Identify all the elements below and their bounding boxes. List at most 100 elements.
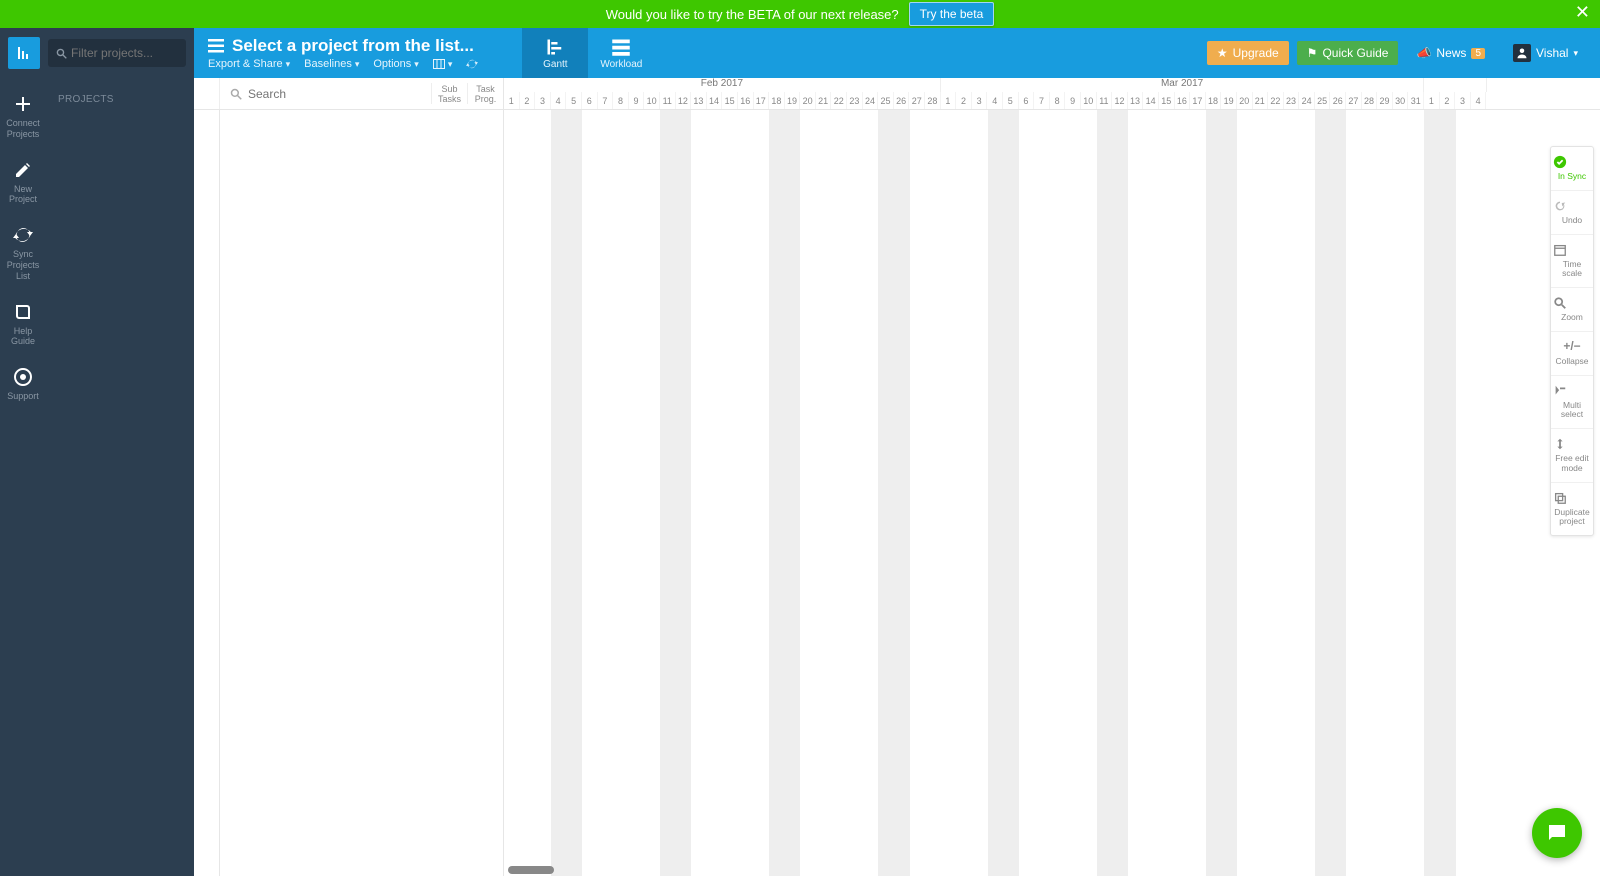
day-label: 13	[691, 92, 707, 109]
day-label: 18	[1206, 92, 1222, 109]
hamburger-icon[interactable]	[208, 39, 224, 53]
day-label: 17	[754, 92, 770, 109]
day-column	[676, 110, 692, 876]
day-column	[1362, 110, 1378, 876]
day-label: 2	[520, 92, 536, 109]
rail-icon	[1553, 199, 1591, 213]
quick-guide-button[interactable]: ⚑ Quick Guide	[1297, 41, 1399, 65]
col-sub-tasks[interactable]: Sub Tasks	[431, 83, 467, 105]
day-label: 1	[504, 92, 520, 109]
day-column	[566, 110, 582, 876]
app-logo[interactable]	[8, 37, 40, 69]
options-menu[interactable]: Options▾	[373, 58, 418, 70]
day-label: 27	[909, 92, 925, 109]
rail-item-multi-select[interactable]: Multi select	[1551, 376, 1593, 430]
day-label: 2	[956, 92, 972, 109]
rail-icon	[1553, 296, 1591, 310]
day-label: 4	[551, 92, 567, 109]
close-icon[interactable]: ✕	[1575, 2, 1590, 23]
day-column	[1268, 110, 1284, 876]
chat-button[interactable]	[1532, 808, 1582, 858]
day-column	[1424, 110, 1440, 876]
day-column	[941, 110, 957, 876]
try-beta-button[interactable]: Try the beta	[909, 2, 995, 26]
day-label: 30	[1393, 92, 1409, 109]
task-gutter	[194, 110, 220, 876]
day-label: 11	[1097, 92, 1113, 109]
day-column	[1300, 110, 1316, 876]
day-label: 19	[1221, 92, 1237, 109]
day-label: 6	[1019, 92, 1035, 109]
baselines-menu[interactable]: Baselines▾	[304, 58, 359, 70]
new-project-button[interactable]: New Project	[5, 150, 41, 216]
day-label: 26	[1330, 92, 1346, 109]
day-label: 9	[629, 92, 645, 109]
flag-icon: ⚑	[1307, 46, 1318, 60]
day-column	[582, 110, 598, 876]
day-column	[1346, 110, 1362, 876]
filter-projects-input[interactable]	[71, 46, 178, 60]
day-column	[551, 110, 567, 876]
beta-banner: Would you like to try the BETA of our ne…	[0, 0, 1600, 28]
sidebar-item-label: New Project	[9, 184, 37, 205]
day-column	[972, 110, 988, 876]
day-label: 25	[878, 92, 894, 109]
tab-gantt[interactable]: Gantt	[522, 28, 588, 78]
support-button[interactable]: Support	[3, 357, 43, 412]
right-rail: In SyncUndoTime scaleZoom+/−CollapseMult…	[1550, 146, 1594, 536]
columns-menu[interactable]: ▾	[433, 58, 453, 70]
day-label: 20	[1237, 92, 1253, 109]
day-column	[956, 110, 972, 876]
day-label: 7	[1034, 92, 1050, 109]
help-guide-button[interactable]: Help Guide	[7, 292, 39, 358]
day-column	[1456, 110, 1472, 876]
rail-item-time-scale[interactable]: Time scale	[1551, 235, 1593, 289]
rail-item-in-sync[interactable]: In Sync	[1551, 147, 1593, 191]
horizontal-scrollbar-thumb[interactable]	[508, 866, 554, 874]
rail-item-free-edit-mode[interactable]: Free edit mode	[1551, 429, 1593, 483]
day-column	[1284, 110, 1300, 876]
tab-workload[interactable]: Workload	[588, 28, 654, 78]
day-label: 22	[1268, 92, 1284, 109]
refresh-button[interactable]	[466, 58, 478, 70]
rail-icon	[1553, 384, 1591, 398]
day-column	[894, 110, 910, 876]
day-column	[1003, 110, 1019, 876]
day-label: 21	[1253, 92, 1269, 109]
tab-label: Gantt	[543, 59, 567, 70]
day-column	[1019, 110, 1035, 876]
filter-projects-input-wrap[interactable]	[48, 39, 186, 67]
upgrade-button[interactable]: ★ Upgrade	[1207, 41, 1289, 65]
day-column	[847, 110, 863, 876]
search-icon	[56, 48, 67, 59]
sync-projects-button[interactable]: Sync Projects List	[0, 215, 46, 291]
day-label: 13	[1128, 92, 1144, 109]
day-label: 25	[1315, 92, 1331, 109]
news-button[interactable]: 📣 News 5	[1406, 41, 1495, 65]
day-column	[520, 110, 536, 876]
megaphone-icon: 📣	[1416, 46, 1431, 60]
day-column	[769, 110, 785, 876]
day-label: 28	[925, 92, 941, 109]
day-column	[660, 110, 676, 876]
day-column	[1253, 110, 1269, 876]
day-column	[754, 110, 770, 876]
rail-item-duplicate-project[interactable]: Duplicate project	[1551, 483, 1593, 536]
rail-item-collapse[interactable]: +/−Collapse	[1551, 332, 1593, 376]
user-menu[interactable]: Vishal ▾	[1503, 39, 1588, 67]
day-column	[1159, 110, 1175, 876]
col-task-prog[interactable]: Task Prog.	[467, 83, 503, 105]
day-column	[1190, 110, 1206, 876]
day-label: 23	[1284, 92, 1300, 109]
task-search-input[interactable]	[248, 87, 421, 101]
rail-item-zoom[interactable]: Zoom	[1551, 288, 1593, 332]
timeline-body[interactable]	[504, 110, 1600, 876]
day-column	[1175, 110, 1191, 876]
day-label: 4	[987, 92, 1003, 109]
export-share-menu[interactable]: Export & Share▾	[208, 58, 290, 70]
star-icon: ★	[1217, 46, 1228, 60]
day-label: 12	[1112, 92, 1128, 109]
tab-label: Workload	[600, 59, 642, 70]
rail-item-undo[interactable]: Undo	[1551, 191, 1593, 235]
rail-icon	[1553, 437, 1591, 451]
